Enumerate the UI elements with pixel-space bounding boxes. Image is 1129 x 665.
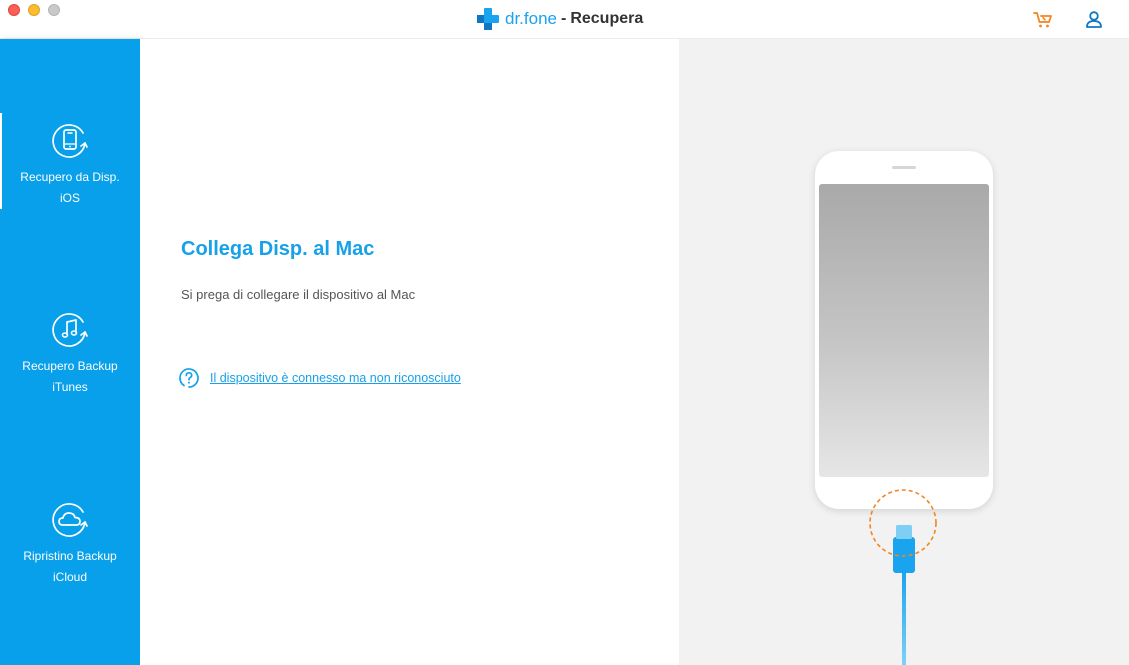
section-title: Recupera [570, 10, 644, 27]
device-not-recognized-link[interactable]: Il dispositivo è connesso ma non riconos… [210, 371, 461, 385]
sidebar-item-label: Ripristino Backup iCloud [23, 549, 117, 584]
phone-recover-icon [52, 124, 88, 158]
sidebar-item-label: Recupero Backup iTunes [22, 359, 118, 394]
user-icon[interactable] [1083, 8, 1105, 30]
cart-icon[interactable] [1032, 8, 1054, 30]
app-window: dr.fone - Recupera Recupero da Disp. iOS… [0, 0, 1129, 665]
brand-separator: - [561, 10, 567, 27]
port-highlight-ring [869, 489, 937, 557]
app-brand: dr.fone - Recupera [476, 7, 643, 31]
question-circle-icon [179, 368, 199, 388]
instruction-text: Si prega di collegare il dispositivo al … [181, 287, 416, 302]
sidebar: Recupero da Disp. iOS Recupero Backup iT… [0, 39, 140, 665]
icloud-icon [52, 503, 88, 537]
device-illustration-panel [679, 39, 1129, 665]
drfone-logo-icon [477, 8, 499, 30]
sidebar-item-itunes-backup[interactable]: Recupero Backup iTunes [0, 310, 140, 410]
brand-name: dr.fone [505, 9, 557, 28]
window-close-button[interactable] [8, 4, 20, 16]
help-device-not-recognized[interactable]: Il dispositivo è connesso ma non riconos… [178, 367, 461, 389]
itunes-music-icon [52, 313, 88, 347]
window-minimize-button[interactable] [28, 4, 40, 16]
sidebar-item-ios-recovery[interactable]: Recupero da Disp. iOS [0, 113, 140, 221]
title-bar: dr.fone - Recupera [0, 0, 1129, 39]
sidebar-item-icloud-backup[interactable]: Ripristino Backup iCloud [0, 500, 140, 600]
page-title: Collega Disp. al Mac [181, 238, 375, 260]
main-panel: Collega Disp. al Mac Si prega di collega… [140, 39, 679, 665]
window-maximize-button[interactable] [48, 4, 60, 16]
sidebar-item-label: Recupero da Disp. iOS [20, 170, 120, 205]
